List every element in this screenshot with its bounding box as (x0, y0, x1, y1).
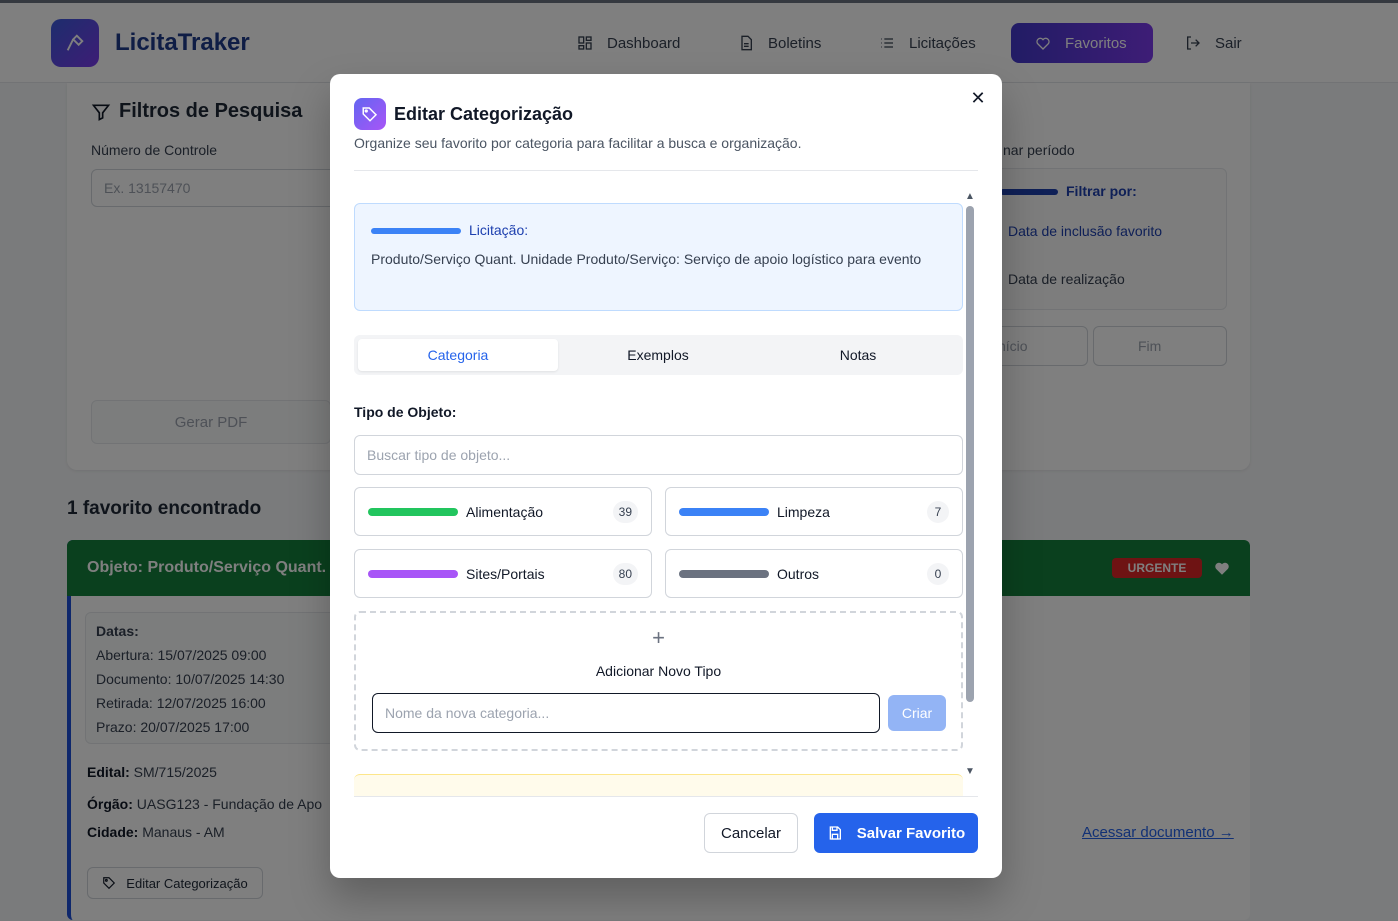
edit-categorization-modal: Editar Categorização Organize seu favori… (330, 74, 1002, 878)
save-favorite-button[interactable]: Salvar Favorito (814, 813, 978, 853)
modal-subtitle: Organize seu favorito por categoria para… (354, 135, 802, 151)
category-name: Sites/Portais (466, 566, 545, 582)
category-count: 7 (927, 501, 949, 523)
tags-icon (354, 98, 386, 130)
category-color-bar (368, 570, 458, 578)
category-count: 0 (927, 563, 949, 585)
category-sites-portais[interactable]: Sites/Portais 80 (354, 549, 652, 598)
close-icon[interactable]: ✕ (970, 88, 986, 108)
category-name: Alimentação (466, 504, 544, 520)
scroll-down-arrow-icon[interactable]: ▼ (965, 766, 975, 777)
licitacao-color-bar (371, 228, 461, 234)
category-limpeza[interactable]: Limpeza 7 (665, 487, 963, 536)
tipo-objeto-label: Tipo de Objeto: (354, 404, 457, 420)
plus-icon: + (652, 625, 665, 650)
category-count: 39 (612, 501, 638, 523)
tab-categoria[interactable]: Categoria (358, 339, 558, 371)
tab-notas[interactable]: Notas (758, 339, 958, 371)
modal-title: Editar Categorização (394, 104, 574, 124)
modal-scrollbar[interactable] (966, 206, 974, 702)
modal-footer-divider (354, 796, 978, 797)
category-name: Outros (777, 566, 820, 582)
new-category-input[interactable]: Nome da nova categoria... (372, 693, 880, 733)
category-count: 80 (612, 563, 638, 585)
add-new-type-box: + Adicionar Novo Tipo Nome da nova categ… (354, 611, 963, 751)
category-alimentacao[interactable]: Alimentação 39 (354, 487, 652, 536)
modal-tabs: Categoria Exemplos Notas (354, 335, 963, 375)
category-color-bar (679, 508, 769, 516)
licitacao-label: Licitação: (469, 222, 529, 238)
save-favorite-label: Salvar Favorito (856, 824, 966, 842)
category-name: Limpeza (777, 504, 830, 520)
cancel-button[interactable]: Cancelar (704, 813, 798, 853)
create-category-button[interactable]: Criar (888, 695, 946, 731)
licitacao-info-box: Licitação: Produto/Serviço Quant. Unidad… (354, 203, 963, 311)
modal-divider (354, 170, 978, 171)
save-icon (829, 826, 841, 840)
licitacao-description: Produto/Serviço Quant. Unidade Produto/S… (371, 251, 922, 267)
scroll-up-arrow-icon[interactable]: ▲ (965, 191, 975, 202)
tipo-objeto-search-input[interactable]: Buscar tipo de objeto... (354, 435, 963, 475)
category-color-bar (368, 508, 458, 516)
tab-exemplos[interactable]: Exemplos (558, 339, 758, 371)
category-color-bar (679, 570, 769, 578)
category-outros[interactable]: Outros 0 (665, 549, 963, 598)
add-new-type-label: Adicionar Novo Tipo (595, 663, 722, 679)
notice-box-peek (354, 774, 963, 796)
